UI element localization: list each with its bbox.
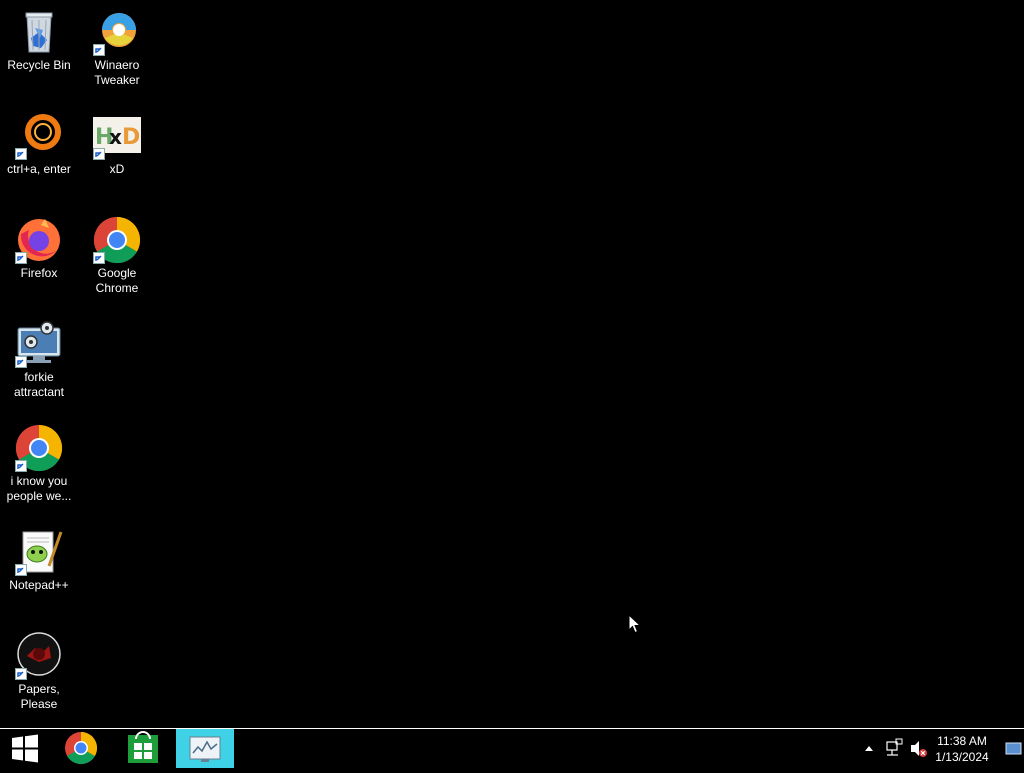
desktop-icon-label: Google Chrome xyxy=(95,266,139,295)
shortcut-arrow-icon xyxy=(15,148,27,160)
notepad-plus-plus-icon xyxy=(15,528,63,576)
show-desktop-icon xyxy=(1005,742,1022,755)
desktop-icon-winaero-tweaker[interactable]: Winaero Tweaker xyxy=(78,8,156,88)
shortcut-arrow-icon xyxy=(93,44,105,56)
svg-text:D: D xyxy=(122,125,140,150)
taskbar-chrome-button[interactable] xyxy=(52,729,110,768)
desktop-icon-label: Notepad++ xyxy=(9,578,69,592)
taskbar-clock[interactable]: 11:38 AM 1/13/2024 xyxy=(930,733,994,765)
chrome-icon xyxy=(15,424,63,472)
desktop-icon-papers-please[interactable]: Papers, Please xyxy=(0,632,78,712)
shortcut-arrow-icon xyxy=(93,252,105,264)
windows-logo-icon xyxy=(12,734,38,763)
taskbar: 11:38 AM 1/13/2024 xyxy=(0,728,1024,768)
shortcut-arrow-icon xyxy=(15,564,27,576)
desktop-icon-ctrl-a-enter[interactable]: ctrl+a, enter xyxy=(0,112,78,177)
desktop-icon-i-know-you-people[interactable]: i know you people we... xyxy=(0,424,78,504)
monitor-app-icon xyxy=(189,736,221,762)
desktop-icon-label: i know you people we... xyxy=(6,474,72,503)
desktop-icon-google-chrome[interactable]: Google Chrome xyxy=(78,216,156,296)
desktop-icon-label: Papers, Please xyxy=(18,682,60,711)
desktop-icon-label: Firefox xyxy=(20,266,58,280)
desktop-icon-firefox[interactable]: Firefox xyxy=(0,216,78,281)
network-icon xyxy=(886,738,903,756)
firefox-icon xyxy=(15,216,63,264)
desktop-icon-label: xD xyxy=(109,162,125,176)
clock-date: 1/13/2024 xyxy=(935,750,989,764)
desktop[interactable]: Recycle Bin Winaero Tweaker ctrl+a, ente… xyxy=(0,0,1024,728)
desktop-icon-recycle-bin[interactable]: Recycle Bin xyxy=(0,8,78,73)
papers-please-icon xyxy=(15,632,63,680)
shortcut-arrow-icon xyxy=(15,252,27,264)
taskbar-monitor-app-button[interactable] xyxy=(176,729,234,768)
taskbar-store-button[interactable] xyxy=(114,729,172,768)
recycle-bin-icon xyxy=(15,8,63,56)
show-desktop-button[interactable] xyxy=(1004,729,1024,768)
hxd-icon: H x D xyxy=(93,112,141,160)
mouse-cursor-icon xyxy=(628,613,642,639)
volume-muted-icon xyxy=(911,741,927,757)
tray-network-button[interactable] xyxy=(884,729,904,768)
chevron-up-icon xyxy=(865,746,873,751)
chrome-icon xyxy=(65,731,98,765)
shortcut-arrow-icon xyxy=(15,668,27,680)
desktop-icon-xd[interactable]: H x D xD xyxy=(78,112,156,177)
chrome-icon xyxy=(93,216,141,264)
desktop-icon-forkie-attractant[interactable]: forkie attractant xyxy=(0,320,78,400)
winaero-tweaker-icon xyxy=(93,8,141,56)
store-icon xyxy=(128,731,158,763)
ring-app-icon xyxy=(15,112,63,160)
shortcut-arrow-icon xyxy=(93,148,105,160)
shortcut-arrow-icon xyxy=(15,460,27,472)
desktop-icon-notepad-plus-plus[interactable]: Notepad++ xyxy=(0,528,78,593)
clock-time: 11:38 AM xyxy=(937,734,987,748)
computer-gears-icon xyxy=(15,320,63,368)
tray-volume-button[interactable] xyxy=(908,729,930,768)
desktop-icon-label: Winaero Tweaker xyxy=(94,58,140,87)
shortcut-arrow-icon xyxy=(15,356,27,368)
tray-overflow-button[interactable] xyxy=(862,729,876,768)
svg-text:x: x xyxy=(109,125,122,149)
desktop-icon-label: forkie attractant xyxy=(13,370,65,399)
desktop-icon-label: Recycle Bin xyxy=(7,58,71,72)
start-button[interactable] xyxy=(0,729,50,768)
desktop-icon-label: ctrl+a, enter xyxy=(7,162,71,176)
